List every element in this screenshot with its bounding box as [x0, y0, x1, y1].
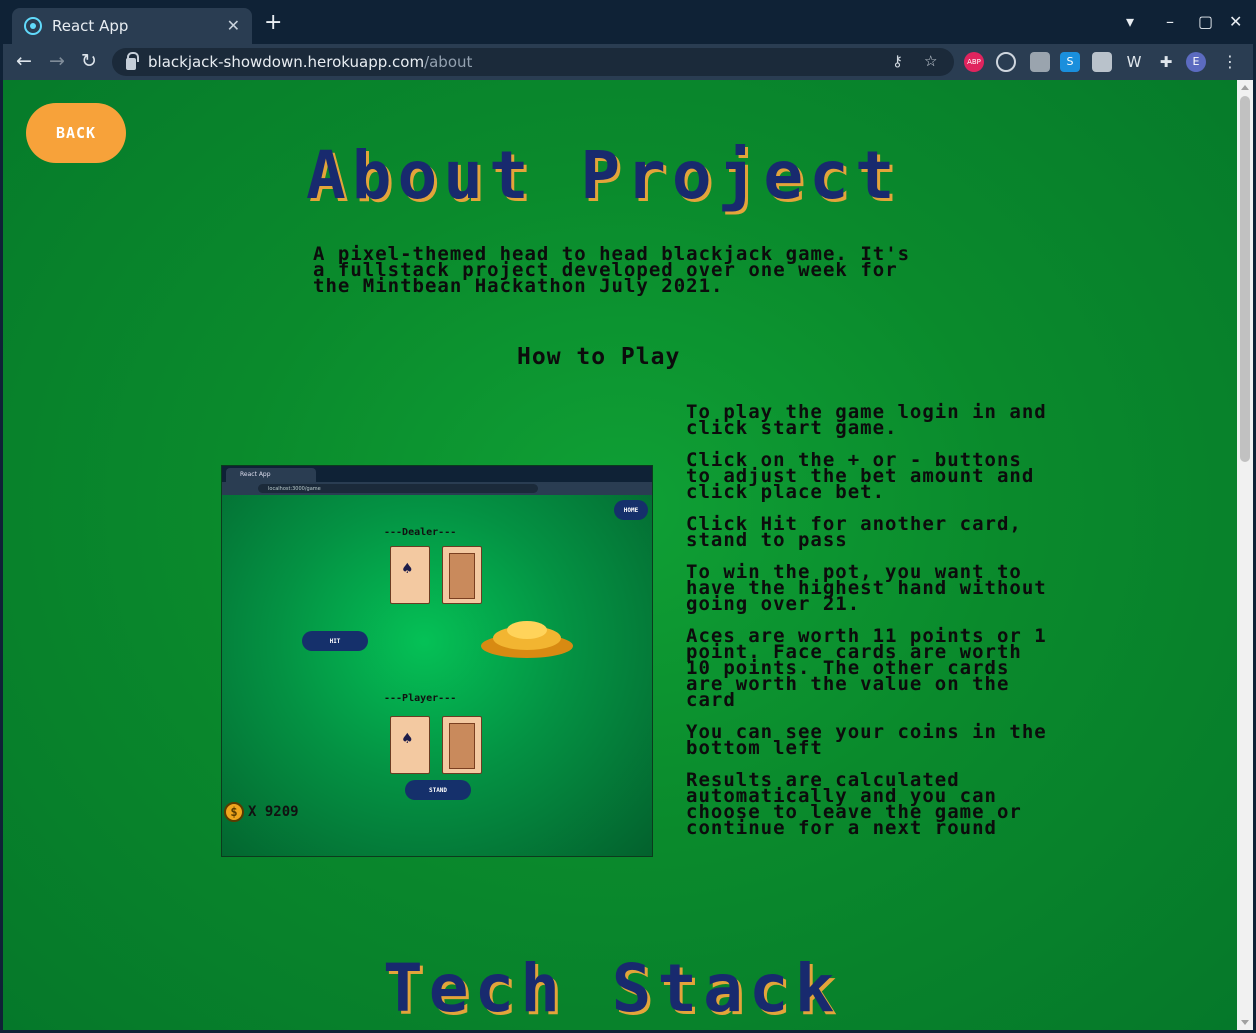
how-to-play-heading: How to Play — [517, 344, 681, 370]
screenshot-hit-button: HIT — [302, 631, 368, 651]
coin-pile-icon — [481, 621, 573, 658]
globe-icon[interactable] — [996, 52, 1016, 72]
back-button[interactable]: BACK — [26, 103, 126, 163]
back-arrow-icon[interactable]: ← — [16, 50, 32, 72]
browser-titlebar: React App ✕ + ▾ – ▢ ✕ — [0, 0, 1256, 44]
react-logo-icon — [24, 17, 42, 35]
step-text: Click on the + or - buttons to adjust th… — [686, 449, 1035, 503]
face-card-art — [449, 553, 475, 599]
coin-count: X 9209 — [248, 804, 299, 820]
intro-text: A pixel-themed head to head blackjack ga… — [313, 243, 911, 297]
profile-menu-icon[interactable]: ▾ — [1126, 12, 1134, 31]
dealer-card-spade: ♠ — [390, 546, 430, 604]
spade-icon: ♠ — [401, 731, 414, 747]
game-screenshot: React App localhost:3000/game HOME ---De… — [221, 465, 653, 857]
screenshot-toolbar: localhost:3000/game — [222, 482, 652, 495]
step-text: Click Hit for another card, stand to pas… — [686, 513, 1022, 551]
avatar[interactable]: E — [1186, 52, 1206, 72]
screenshot-home-button: HOME — [614, 500, 648, 520]
step-text: To play the game login in and click star… — [686, 401, 1047, 439]
url-path: /about — [424, 53, 473, 71]
screenshot-player-label: ---Player--- — [384, 693, 457, 704]
scroll-down-icon[interactable] — [1241, 1020, 1249, 1025]
reload-icon[interactable]: ↻ — [81, 50, 97, 72]
key-icon[interactable]: ⚷ — [892, 52, 903, 70]
bookmark-star-icon[interactable]: ☆ — [924, 52, 937, 70]
step-text: To win the pot, you want to have the hig… — [686, 561, 1047, 615]
how-to-play-steps: To play the game login in and click star… — [686, 401, 1048, 852]
step-text: You can see your coins in the bottom lef… — [686, 721, 1047, 759]
screenshot-stand-button: STAND — [405, 780, 471, 800]
extension-box-icon[interactable] — [1092, 52, 1112, 72]
coin-total: $ X 9209 — [224, 802, 299, 822]
player-card-spade: ♠ — [390, 716, 430, 774]
more-menu-icon[interactable]: ⋮ — [1220, 52, 1240, 72]
browser-toolbar: ← → ↻ blackjack-showdown.herokuapp.com/a… — [0, 44, 1256, 80]
tech-stack-title: Tech Stack — [383, 950, 841, 1027]
page-title: About Project — [306, 137, 901, 214]
screenshot-url: localhost:3000/game — [258, 484, 538, 493]
maximize-icon[interactable]: ▢ — [1198, 12, 1213, 31]
browser-tab[interactable]: React App ✕ — [12, 8, 252, 44]
page-content: BACK About Project A pixel-themed head t… — [3, 80, 1237, 1030]
adblock-icon[interactable]: ABP — [964, 52, 984, 72]
extension-r-icon[interactable] — [1030, 52, 1050, 72]
dealer-card-face — [442, 546, 482, 604]
url-host: blackjack-showdown.herokuapp.com — [148, 53, 425, 71]
screenshot-dealer-label: ---Dealer--- — [384, 527, 457, 538]
address-bar[interactable]: blackjack-showdown.herokuapp.com/about ⚷… — [112, 48, 954, 76]
face-card-art — [449, 723, 475, 769]
forward-arrow-icon[interactable]: → — [49, 50, 65, 72]
minimize-icon[interactable]: – — [1166, 12, 1174, 31]
step-text: Aces are worth 11 points or 1 point. Fac… — [686, 625, 1047, 711]
window-close-icon[interactable]: ✕ — [1229, 12, 1242, 31]
step-text: Results are calculated automatically and… — [686, 769, 1022, 839]
extension-s-icon[interactable]: S — [1060, 52, 1080, 72]
extension-w-icon[interactable]: W — [1124, 52, 1144, 72]
page-scrollbar[interactable] — [1237, 80, 1253, 1030]
screenshot-tab: React App — [226, 468, 316, 482]
coin-icon: $ — [224, 802, 244, 822]
tab-close-icon[interactable]: ✕ — [227, 16, 240, 35]
spade-icon: ♠ — [401, 561, 414, 577]
scroll-up-icon[interactable] — [1241, 85, 1249, 90]
scrollbar-thumb[interactable] — [1240, 96, 1250, 462]
new-tab-icon[interactable]: + — [264, 12, 282, 34]
player-card-face — [442, 716, 482, 774]
lock-icon — [126, 52, 139, 70]
screenshot-tabbar: React App — [222, 466, 652, 482]
tab-title: React App — [52, 17, 129, 35]
puzzle-icon[interactable]: ✚ — [1156, 52, 1176, 72]
